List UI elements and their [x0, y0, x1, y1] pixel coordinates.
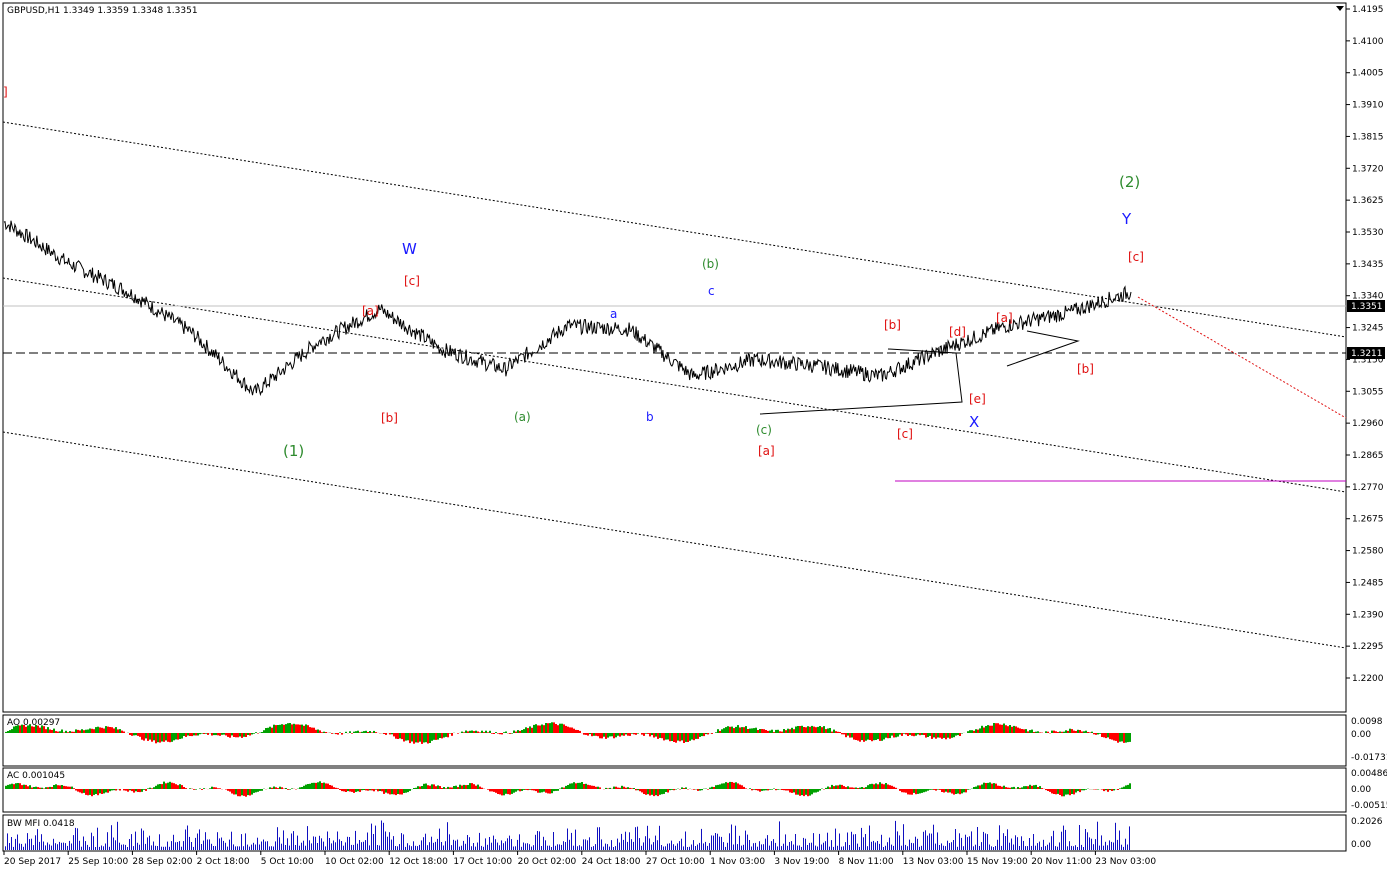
wave-label-Y: Y — [1121, 210, 1132, 228]
current-price-tag: 1.3351 — [1347, 300, 1385, 312]
price-tick-label: 1.2295 — [1352, 642, 1384, 652]
time-tick-label: 13 Nov 03:00 — [903, 857, 964, 867]
wave-label-lb: b — [646, 410, 654, 424]
time-tick-label: 2 Oct 18:00 — [197, 857, 250, 867]
trading-terminal-chart-window[interactable]: GBPUSD,H1 1.3349 1.3359 1.3348 1.3351 1.… — [0, 0, 1387, 872]
ac-scale-zero: 0.00 — [1351, 785, 1371, 795]
minimize-chart-icon[interactable] — [1336, 6, 1344, 11]
wave-labels: (1) (2) W X Y [a] [b] [c] (a) (b) (c) a … — [3, 85, 1144, 460]
wave-label-b1: [b] — [381, 411, 398, 425]
current-price-tag-text: 1.3351 — [1351, 302, 1383, 312]
ao-scale-bottom: -0.01731 — [1351, 753, 1387, 763]
red-trend-line — [1138, 297, 1346, 418]
chart-header: GBPUSD,H1 1.3349 1.3359 1.3348 1.3351 — [7, 6, 198, 16]
wave-label-2: (2) — [1119, 173, 1140, 191]
wave-label-c3: [c] — [1128, 250, 1144, 264]
price-line — [4, 221, 1131, 395]
mfi-scale-zero: 0.00 — [1351, 840, 1371, 850]
triangle-small — [1007, 331, 1078, 366]
price-axis: 1.4195 1.4100 1.4005 1.3910 1.3815 1.3720 1.36… — [1346, 5, 1384, 684]
price-tick-label: 1.3245 — [1352, 324, 1384, 334]
channel-lines — [3, 122, 1346, 648]
price-tick-label: 1.2770 — [1352, 483, 1384, 493]
triangle-patterns — [760, 331, 1078, 414]
wave-label-lc: c — [708, 284, 715, 298]
time-tick-label: 12 Oct 18:00 — [389, 857, 448, 867]
triangle-large — [760, 349, 962, 414]
time-tick-label: 20 Sep 2017 — [4, 857, 61, 867]
wave-label-X: X — [969, 413, 979, 431]
price-tick-label: 1.3435 — [1352, 260, 1384, 270]
wave-label-sb: (b) — [702, 257, 719, 271]
channel-upper-line — [3, 122, 1346, 337]
wave-label-a1: [a] — [362, 304, 379, 318]
wave-label-sc: (c) — [756, 423, 772, 437]
ac-label: AC 0.001045 — [7, 771, 65, 781]
time-tick-label: 23 Nov 03:00 — [1095, 857, 1156, 867]
wave-label-b2: [b] — [884, 318, 901, 332]
wave-label-a2: [a] — [758, 444, 775, 458]
price-tick-label: 1.2390 — [1352, 610, 1384, 620]
time-tick-label: 25 Sep 10:00 — [68, 857, 128, 867]
ao-histogram — [5, 722, 1131, 744]
time-tick-label: 3 Nov 19:00 — [774, 857, 829, 867]
price-tick-label: 1.4100 — [1352, 37, 1384, 47]
mfi-label: BW MFI 0.0418 — [7, 819, 75, 829]
ac-scale-bottom: -0.00515 — [1351, 801, 1387, 811]
ac-histogram — [5, 781, 1131, 796]
ac-scale-top: 0.004861 — [1351, 769, 1387, 779]
wave-label-c1: [c] — [404, 274, 420, 288]
wave-label-sa: (a) — [514, 410, 531, 424]
time-tick-label: 20 Nov 11:00 — [1031, 857, 1092, 867]
wave-label-d2: [d] — [949, 325, 966, 339]
price-tick-label: 1.3720 — [1352, 164, 1384, 174]
ao-scale-top: 0.0098 — [1351, 717, 1383, 727]
time-tick-label: 20 Oct 02:00 — [518, 857, 577, 867]
price-tick-label: 1.3625 — [1352, 196, 1384, 206]
wave-label-la: a — [610, 307, 617, 321]
wave-label-a3: [a] — [996, 311, 1013, 325]
price-tick-label: 1.2580 — [1352, 547, 1384, 557]
time-tick-label: 24 Oct 18:00 — [582, 857, 641, 867]
time-axis: 20 Sep 2017 25 Sep 10:00 28 Sep 02:00 2 Oct… — [4, 851, 1156, 867]
price-tick-label: 1.3815 — [1352, 132, 1384, 142]
price-tick-label: 1.3055 — [1352, 387, 1384, 397]
price-tick-label: 1.3910 — [1352, 101, 1384, 111]
price-tick-label: 1.2485 — [1352, 578, 1384, 588]
mfi-scale-top: 0.2026 — [1351, 817, 1383, 827]
time-tick-label: 27 Oct 10:00 — [646, 857, 705, 867]
price-tick-label: 1.3530 — [1352, 228, 1384, 238]
time-tick-label: 17 Oct 10:00 — [453, 857, 512, 867]
time-tick-label: 15 Nov 19:00 — [967, 857, 1028, 867]
main-price-panel[interactable] — [3, 3, 1346, 712]
mfi-panel[interactable] — [3, 815, 1346, 851]
time-tick-label: 10 Oct 02:00 — [325, 857, 384, 867]
ao-scale-zero: 0.00 — [1351, 730, 1371, 740]
wave-label-c2: [c] — [897, 427, 913, 441]
wave-label-edge: ] — [3, 85, 8, 99]
price-tick-label: 1.2200 — [1352, 674, 1384, 684]
price-tick-label: 1.2960 — [1352, 419, 1384, 429]
price-series — [4, 221, 1131, 395]
level-price-tag: 1.3211 — [1347, 347, 1385, 359]
chart-canvas[interactable]: GBPUSD,H1 1.3349 1.3359 1.3348 1.3351 1.… — [0, 0, 1387, 872]
wave-label-b3: [b] — [1077, 362, 1094, 376]
price-tick-label: 1.2675 — [1352, 515, 1384, 525]
price-tick-label: 1.2865 — [1352, 451, 1384, 461]
price-tick-label: 1.4195 — [1352, 5, 1384, 15]
channel-middle-line — [3, 278, 1346, 492]
mfi-histogram — [5, 821, 1130, 851]
wave-label-W: W — [402, 240, 417, 258]
price-tick-label: 1.4005 — [1352, 69, 1384, 79]
level-price-tag-text: 1.3211 — [1351, 349, 1383, 359]
time-tick-label: 5 Oct 10:00 — [261, 857, 314, 867]
time-tick-label: 8 Nov 11:00 — [839, 857, 894, 867]
time-tick-label: 1 Nov 03:00 — [710, 857, 765, 867]
wave-label-1: (1) — [283, 442, 304, 460]
time-tick-label: 28 Sep 02:00 — [132, 857, 192, 867]
channel-lower-line — [3, 432, 1346, 648]
wave-label-e2: [e] — [969, 392, 986, 406]
